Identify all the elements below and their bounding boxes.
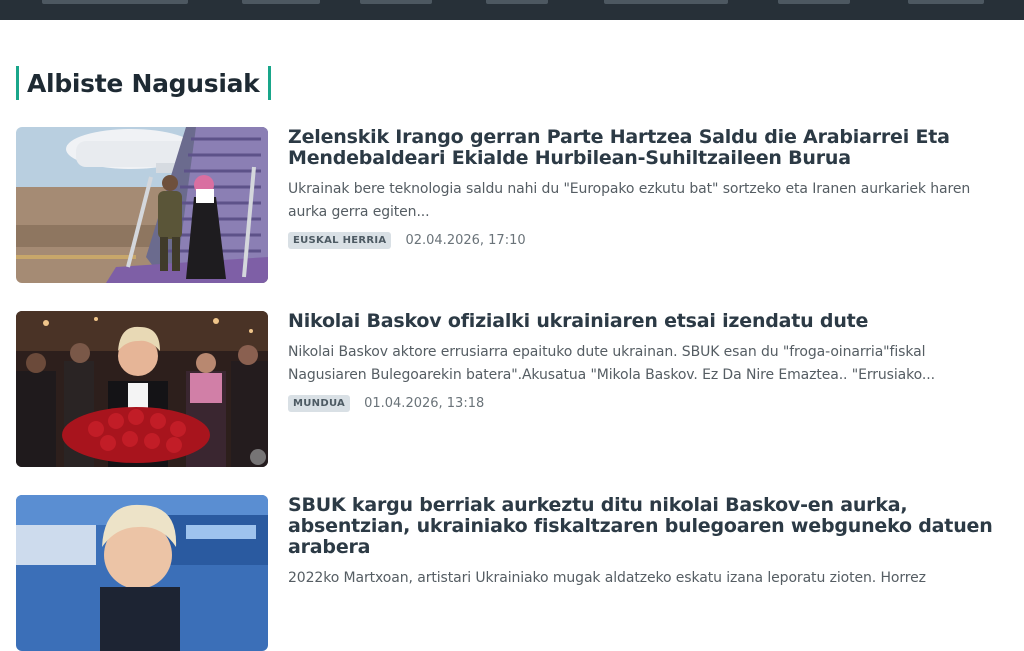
section-title-text: Albiste Nagusiak bbox=[27, 68, 260, 98]
section-title: Albiste Nagusiak bbox=[16, 66, 271, 100]
article-headline[interactable]: Zelenskik Irango gerran Parte Hartzea Sa… bbox=[288, 127, 1008, 169]
nav-item[interactable] bbox=[604, 0, 728, 4]
article-item: SBUK kargu berriak aurkeztu ditu nikolai… bbox=[16, 495, 1016, 651]
article-content: Zelenskik Irango gerran Parte Hartzea Sa… bbox=[288, 127, 1008, 249]
article-image-man-with-roses[interactable] bbox=[16, 311, 268, 467]
article-image-tv-portrait[interactable] bbox=[16, 495, 268, 651]
category-badge[interactable]: EUSKAL HERRIA bbox=[288, 232, 392, 249]
category-badge[interactable]: MUNDUA bbox=[288, 395, 351, 412]
article-summary: 2022ko Martxoan, artistari Ukrainiako mu… bbox=[288, 570, 926, 586]
article-headline[interactable]: SBUK kargu berriak aurkeztu ditu nikolai… bbox=[288, 495, 1008, 558]
nav-item[interactable] bbox=[778, 0, 850, 4]
article-item: Nikolai Baskov ofizialki ukrainiaren ets… bbox=[16, 311, 1016, 467]
article-summary: Ukrainak bere teknologia saldu nahi du "… bbox=[288, 181, 971, 220]
article-headline[interactable]: Nikolai Baskov ofizialki ukrainiaren ets… bbox=[288, 311, 1008, 332]
nav-item[interactable] bbox=[486, 0, 548, 4]
article-image-airport-stairs[interactable] bbox=[16, 127, 268, 283]
article-date: 02.04.2026, 17:10 bbox=[405, 233, 526, 248]
article-meta: EUSKAL HERRIA 02.04.2026, 17:10 bbox=[288, 232, 1008, 249]
nav-item[interactable] bbox=[908, 0, 984, 4]
article-summary: Nikolai Baskov aktore errusiarra epaituk… bbox=[288, 344, 935, 383]
article-content: Nikolai Baskov ofizialki ukrainiaren ets… bbox=[288, 311, 1008, 412]
nav-item[interactable] bbox=[242, 0, 320, 4]
article-meta: MUNDUA 01.04.2026, 13:18 bbox=[288, 395, 1008, 412]
article-item: Zelenskik Irango gerran Parte Hartzea Sa… bbox=[16, 127, 1016, 283]
nav-item[interactable] bbox=[360, 0, 432, 4]
top-navigation-bar bbox=[0, 0, 1024, 20]
nav-item[interactable] bbox=[42, 0, 188, 4]
article-date: 01.04.2026, 13:18 bbox=[364, 396, 485, 411]
